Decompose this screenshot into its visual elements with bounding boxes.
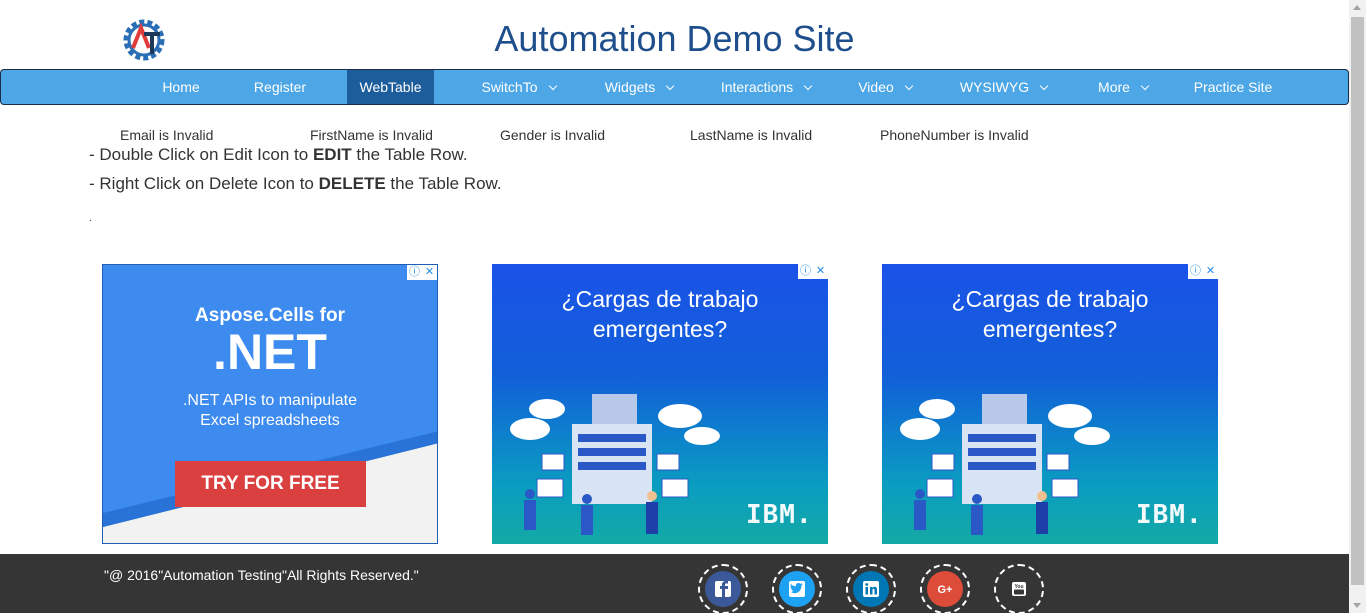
lastname-error: LastName is Invalid <box>690 127 813 143</box>
nav-register-label: Register <box>253 79 307 95</box>
nav-home-label: Home <box>162 79 200 95</box>
ad-controls: ⓘ ✕ <box>407 265 437 280</box>
ad-ibm-2[interactable]: ¿Cargas de trabajo emergentes? IBM. ⓘ ✕ <box>882 264 1218 544</box>
linkedin-icon <box>853 571 889 607</box>
ad-close-icon[interactable]: ✕ <box>1203 264 1218 279</box>
phone-error: PhoneNumber is Invalid <box>880 127 1029 143</box>
google-plus-link[interactable]: G+ <box>920 564 970 613</box>
delete-instruction-suffix: the Table Row. <box>385 174 502 193</box>
ibm-logo: IBM. <box>1136 500 1203 530</box>
vertical-scrollbar[interactable] <box>1349 0 1366 613</box>
ad-close-icon[interactable]: ✕ <box>422 265 437 280</box>
delete-instruction-prefix: - Right Click on Delete Icon to <box>89 174 319 193</box>
nav-webtable-label: WebTable <box>359 79 422 95</box>
nav-video[interactable]: Video <box>849 70 921 104</box>
try-for-free-button[interactable]: TRY FOR FREE <box>175 461 366 507</box>
nav-wysiwyg-label: WYSIWYG <box>959 79 1030 95</box>
nav-more-label: More <box>1098 79 1130 95</box>
ad-ibm-1[interactable]: ¿Cargas de trabajo emergentes? IBM. ⓘ ✕ <box>492 264 828 544</box>
nav-webtable[interactable]: WebTable <box>347 70 434 104</box>
scroll-down-icon[interactable] <box>1353 603 1361 608</box>
copyright-text: "@ 2016"Automation Testing"All Rights Re… <box>104 567 419 583</box>
main-nav: Home Register WebTable SwitchTo Widgets … <box>0 69 1349 105</box>
chevron-down-icon <box>1140 81 1150 91</box>
ibm-logo: IBM. <box>746 500 813 530</box>
nav-interactions[interactable]: Interactions <box>711 70 821 104</box>
ad-aspose[interactable]: Aspose.Cells for .NET .NET APIs to manip… <box>102 264 438 544</box>
linkedin-link[interactable] <box>846 564 896 613</box>
firstname-error: FirstName is Invalid <box>310 127 433 143</box>
twitter-link[interactable] <box>772 564 822 613</box>
ad-aspose-line3: .NET APIs to manipulate <box>182 392 357 409</box>
edit-instruction-prefix: - Double Click on Edit Icon to <box>89 145 313 164</box>
ad-ibm-headline: ¿Cargas de trabajo emergentes? <box>492 284 828 344</box>
chevron-down-icon <box>904 81 914 91</box>
ad-aspose-description: .NET APIs to manipulate Excel spreadshee… <box>103 391 437 431</box>
page: Automation Demo Site Home Register WebTa… <box>0 0 1366 613</box>
chevron-down-icon <box>666 81 675 91</box>
ad-ibm-line1: ¿Cargas de trabajo <box>951 286 1149 312</box>
ad-close-icon[interactable]: ✕ <box>813 264 828 279</box>
nav-video-label: Video <box>858 79 894 95</box>
ad-aspose-line2: .NET <box>213 324 327 380</box>
nav-interactions-label: Interactions <box>720 79 794 95</box>
youtube-link[interactable]: You <box>994 564 1044 613</box>
ad-aspose-line4: Excel spreadsheets <box>200 412 340 429</box>
edit-instruction-keyword: EDIT <box>312 145 352 164</box>
nav-practice-site-label: Practice Site <box>1193 79 1273 95</box>
chevron-down-icon <box>548 81 557 91</box>
chevron-down-icon <box>1039 81 1049 91</box>
google-plus-icon: G+ <box>927 571 963 607</box>
svg-text:You: You <box>1014 584 1023 590</box>
nav-register[interactable]: Register <box>244 70 316 104</box>
nav-switchto-label: SwitchTo <box>481 79 538 95</box>
dot-text: . <box>89 213 92 224</box>
delete-instruction-keyword: DELETE <box>318 174 386 193</box>
ad-controls: ⓘ ✕ <box>1188 264 1218 279</box>
scrollbar-thumb[interactable] <box>1351 17 1364 585</box>
youtube-icon: You <box>1001 571 1037 607</box>
nav-more[interactable]: More <box>1088 70 1158 104</box>
ad-controls: ⓘ ✕ <box>798 264 828 279</box>
footer: "@ 2016"Automation Testing"All Rights Re… <box>0 554 1349 613</box>
ad-ibm-line2: emergentes? <box>592 316 728 342</box>
twitter-icon <box>779 571 815 607</box>
ad-info-icon[interactable]: ⓘ <box>407 265 422 280</box>
ad-ibm-line1: ¿Cargas de trabajo <box>561 286 759 312</box>
ad-info-icon[interactable]: ⓘ <box>1188 264 1203 279</box>
email-error: Email is Invalid <box>120 127 214 143</box>
nav-widgets-label: Widgets <box>604 79 656 95</box>
gender-error: Gender is Invalid <box>500 127 606 143</box>
nav-widgets[interactable]: Widgets <box>594 70 684 104</box>
site-title: Automation Demo Site <box>494 18 855 59</box>
ad-ibm-headline: ¿Cargas de trabajo emergentes? <box>882 284 1218 344</box>
delete-instruction: - Right Click on Delete Icon to DELETE t… <box>89 174 502 194</box>
edit-instruction: - Double Click on Edit Icon to EDIT the … <box>89 145 468 165</box>
edit-instruction-suffix: the Table Row. <box>351 145 468 164</box>
ad-ibm-line2: emergentes? <box>982 316 1118 342</box>
facebook-icon <box>705 571 741 607</box>
nav-wysiwyg[interactable]: WYSIWYG <box>951 70 1056 104</box>
facebook-link[interactable] <box>698 564 748 613</box>
chevron-down-icon <box>803 81 813 91</box>
ad-info-icon[interactable]: ⓘ <box>798 264 813 279</box>
scroll-up-icon[interactable] <box>1353 5 1361 10</box>
nav-practice-site[interactable]: Practice Site <box>1183 70 1283 104</box>
svg-text:G+: G+ <box>938 584 953 596</box>
nav-switchto[interactable]: SwitchTo <box>471 70 566 104</box>
nav-home[interactable]: Home <box>151 70 211 104</box>
